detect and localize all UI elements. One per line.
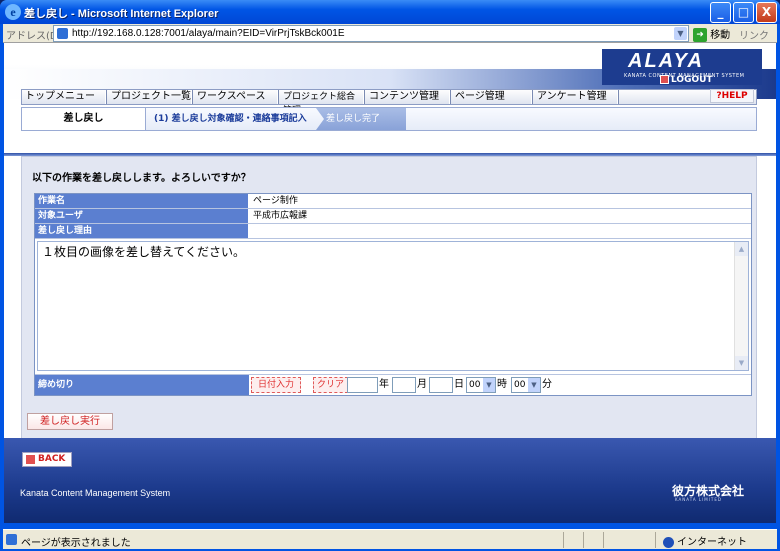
ie-icon: e <box>5 4 21 20</box>
logout-icon <box>660 75 669 84</box>
help-button[interactable]: ?HELP <box>710 89 754 103</box>
status-separator <box>655 532 656 548</box>
reason-label: 差し戻し理由 <box>35 224 249 238</box>
date-input-button[interactable]: 日付入力 <box>251 377 302 393</box>
breadcrumb: 差し戻し (1) 差し戻し対象確認・連絡事項記入 差し戻し完了 <box>21 107 757 131</box>
logo-text: ALAYA <box>628 50 704 72</box>
status-text: ページが表示されました <box>21 538 131 549</box>
breadcrumb-step-1: (1) 差し戻し対象確認・連絡事項記入 <box>154 114 307 124</box>
minute-unit: 分 <box>542 379 552 390</box>
reason-textarea[interactable]: １枚目の画像を差し替えてください。 <box>37 241 749 371</box>
year-input[interactable] <box>347 377 378 393</box>
scroll-up-icon[interactable]: ▲ <box>735 242 748 256</box>
month-input[interactable] <box>392 377 416 393</box>
back-button[interactable]: BACK <box>22 452 72 467</box>
day-input[interactable] <box>429 377 453 393</box>
minute-select[interactable]: 00 ▼ <box>511 377 541 393</box>
target-user-value: 平成市広報課 <box>253 211 308 221</box>
table-row: 作業名 ページ制作 <box>35 194 751 209</box>
chevron-down-icon[interactable]: ▼ <box>674 27 687 40</box>
page-icon <box>6 534 17 545</box>
submit-return-button[interactable]: 差し戻し実行 <box>27 413 113 430</box>
hour-value: 00 <box>469 380 481 390</box>
browser-window: e 差し戻し - Microsoft Internet Explorer _ □… <box>0 0 780 551</box>
go-arrow-icon: ➜ <box>693 28 707 42</box>
status-separator <box>583 532 584 548</box>
links-button[interactable]: リンク <box>739 27 769 42</box>
hour-unit: 時 <box>497 379 507 390</box>
breadcrumb-step-2: 差し戻し完了 <box>316 108 406 130</box>
day-unit: 日 <box>454 379 464 390</box>
page-icon <box>57 28 68 39</box>
chevron-down-icon: ▼ <box>528 378 540 392</box>
form-panel: 以下の作業を差し戻しします。よろしいですか？ 作業名 ページ制作 対象ユーザ 平… <box>21 156 757 446</box>
address-bar: アドレス(D) http://192.168.0.128:7001/alaya/… <box>3 24 777 43</box>
breadcrumb-current: 差し戻し <box>22 108 146 130</box>
form-table: 作業名 ページ制作 対象ユーザ 平成市広報課 差し戻し理由 １枚目の画像を差し替… <box>34 193 752 396</box>
nav-item-project-list[interactable]: プロジェクト一覧 <box>108 90 193 104</box>
reason-row: １枚目の画像を差し替えてください。 ▲ ▼ <box>35 239 751 375</box>
target-user-label: 対象ユーザ <box>35 209 249 223</box>
help-label: HELP <box>721 91 748 101</box>
security-zone: インターネット <box>663 533 747 548</box>
nav-item-page-management[interactable]: ページ管理 <box>452 90 533 104</box>
logout-link[interactable]: LOGOUT <box>660 75 713 85</box>
nav-item-project-management[interactable]: プロジェクト総合管理 <box>280 90 365 116</box>
deadline-label: 締め切り <box>35 375 249 395</box>
deadline-row: 締め切り 日付入力 クリア 年 月 日 00 ▼ 時 00 ▼ 分 <box>35 375 751 395</box>
scroll-down-icon[interactable]: ▼ <box>735 356 748 370</box>
url-input[interactable]: http://192.168.0.128:7001/alaya/main?EID… <box>53 25 689 42</box>
task-name-label: 作業名 <box>35 194 249 208</box>
month-unit: 月 <box>417 379 427 390</box>
back-icon <box>26 455 35 464</box>
hour-select[interactable]: 00 ▼ <box>466 377 496 393</box>
company-sub: KANATA LIMITED <box>675 497 722 502</box>
url-text: http://192.168.0.128:7001/alaya/main?EID… <box>72 28 345 39</box>
status-separator <box>563 532 564 548</box>
page-footer: BACK Kanata Content Management System 彼方… <box>4 438 776 523</box>
chevron-down-icon: ▼ <box>483 378 495 392</box>
status-bar: ページが表示されました インターネット <box>3 529 777 549</box>
nav-item-content-management[interactable]: コンテンツ管理 <box>366 90 451 104</box>
close-button[interactable]: X <box>756 2 777 23</box>
minute-value: 00 <box>514 380 526 390</box>
go-label: 移動 <box>710 30 731 41</box>
minimize-button[interactable]: _ <box>710 2 731 23</box>
nav-item-workspace[interactable]: ワークスペース <box>194 90 279 104</box>
clear-button[interactable]: クリア <box>313 377 349 393</box>
nav-item-survey-management[interactable]: アンケート管理 <box>534 90 619 104</box>
window-title: 差し戻し - Microsoft Internet Explorer <box>24 8 219 20</box>
task-name-value: ページ制作 <box>253 196 298 206</box>
zone-label: インターネット <box>677 537 747 548</box>
confirm-question: 以下の作業を差し戻しします。よろしいですか？ <box>32 173 251 184</box>
logout-label: LOGOUT <box>671 75 713 85</box>
table-row: 差し戻し理由 <box>35 224 751 239</box>
year-unit: 年 <box>379 379 389 390</box>
nav-item-top-menu[interactable]: トップメニュー <box>22 90 107 104</box>
system-name: Kanata Content Management System <box>20 488 171 498</box>
title-bar: e 差し戻し - Microsoft Internet Explorer _ □… <box>0 0 780 24</box>
table-row: 対象ユーザ 平成市広報課 <box>35 209 751 224</box>
status-separator <box>603 532 604 548</box>
globe-icon <box>663 536 674 548</box>
textarea-scrollbar[interactable]: ▲ ▼ <box>734 242 748 370</box>
maximize-button[interactable]: □ <box>733 2 754 23</box>
main-nav: トップメニュー プロジェクト一覧 ワークスペース プロジェクト総合管理 コンテン… <box>21 89 757 116</box>
reason-label-value <box>251 224 253 238</box>
go-button[interactable]: ➜ 移動 <box>693 26 730 42</box>
back-label: BACK <box>38 454 66 464</box>
page-content: ALAYA KANATA CONTENT MANAGEMENT SYSTEM L… <box>4 43 776 523</box>
